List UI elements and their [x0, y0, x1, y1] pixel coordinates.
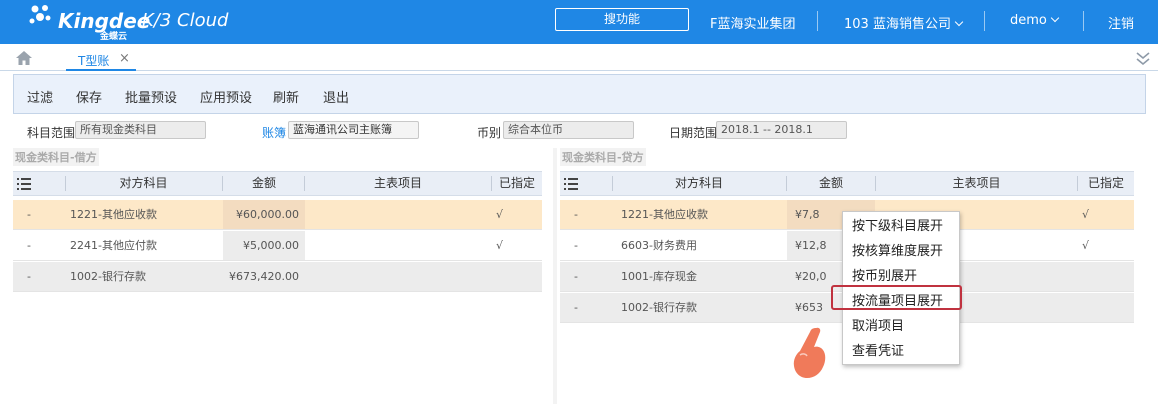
amount-cell: ¥673,420.00	[223, 262, 305, 291]
company-label: 103 蓝海销售公司	[844, 17, 951, 32]
assigned-cell: √	[496, 208, 504, 221]
filter-button[interactable]: 过滤	[27, 87, 53, 106]
col-counter-account[interactable]: 对方科目	[66, 172, 221, 196]
company-selector[interactable]: 103 蓝海销售公司	[844, 13, 964, 32]
menu-item-expand-sub-account[interactable]: 按下级科目展开	[852, 215, 943, 234]
chevron-down-icon	[1050, 13, 1060, 23]
amount-cell: ¥5,000.00	[223, 231, 305, 260]
table-row[interactable]: - 2241-其他应付款 ¥5,000.00 √	[13, 231, 542, 261]
assigned-cell: √	[496, 239, 504, 252]
menu-item-expand-dimension[interactable]: 按核算维度展开	[852, 240, 943, 259]
account-cell: 1221-其他应收款	[70, 208, 157, 221]
collapse-icon[interactable]	[1136, 50, 1150, 66]
table-row[interactable]: - 1002-银行存款 ¥673,420.00	[13, 262, 542, 292]
divider	[817, 11, 818, 31]
scope-label: 科目范围	[27, 126, 76, 140]
menu-item-expand-currency[interactable]: 按币别展开	[852, 265, 917, 284]
account-cell: 1002-银行存款	[70, 270, 146, 283]
list-settings-icon[interactable]	[17, 178, 31, 190]
save-button[interactable]: 保存	[76, 87, 102, 106]
user-label: demo	[1010, 13, 1047, 28]
user-menu[interactable]: demo	[1010, 13, 1060, 28]
col-assigned[interactable]: 已指定	[1078, 172, 1134, 196]
panel-splitter[interactable]	[553, 148, 557, 404]
row-dash: -	[574, 239, 578, 252]
credit-panel-title: 现金类科目-贷方	[560, 148, 646, 166]
close-icon[interactable]: ×	[119, 51, 130, 66]
kingdee-logo-icon	[29, 5, 51, 24]
date-range-label: 日期范围	[669, 126, 718, 140]
assigned-cell: √	[1082, 208, 1090, 221]
amount-cell: ¥60,000.00	[223, 200, 305, 229]
refresh-button[interactable]: 刷新	[273, 87, 299, 106]
assigned-cell: √	[1082, 239, 1090, 252]
tab-label: T型账	[78, 54, 110, 68]
exit-button[interactable]: 退出	[323, 87, 349, 106]
main-item-cell[interactable]	[305, 231, 491, 260]
menu-item-view-voucher[interactable]: 查看凭证	[852, 340, 904, 359]
col-assigned[interactable]: 已指定	[492, 172, 542, 196]
function-search-input[interactable]: 搜功能	[555, 8, 689, 31]
divider	[1083, 11, 1084, 31]
home-icon[interactable]	[16, 51, 32, 65]
tab-bar: T型账 ×	[0, 44, 1158, 71]
col-main-item[interactable]: 主表项目	[876, 172, 1077, 196]
debit-panel-title: 现金类科目-借方	[13, 148, 99, 166]
logout-link[interactable]: 注销	[1108, 13, 1134, 32]
divider	[984, 11, 985, 31]
product-name: K/3 Cloud	[142, 10, 229, 31]
currency-label: 币别	[477, 126, 502, 140]
book-label[interactable]: 账簿	[262, 124, 286, 141]
account-cell: 2241-其他应付款	[70, 239, 157, 252]
col-amount[interactable]: 金额	[223, 172, 305, 196]
row-dash: -	[574, 270, 578, 283]
tab-t-account[interactable]: T型账 ×	[66, 48, 136, 71]
credit-grid-header: 对方科目 金额 主表项目 已指定	[560, 171, 1134, 196]
hand-pointer-icon	[793, 327, 826, 378]
top-bar: Kingdee 金蝶云 K/3 Cloud 搜功能 F蓝海实业集团 103 蓝海…	[0, 0, 1158, 44]
table-row[interactable]: - 1221-其他应收款 ¥60,000.00 √	[13, 200, 542, 230]
book-field[interactable]: 蓝海通讯公司主账簿	[288, 121, 419, 139]
col-counter-account[interactable]: 对方科目	[613, 172, 785, 196]
account-cell: 6603-财务费用	[621, 239, 697, 252]
brand-subtitle: 金蝶云	[100, 32, 128, 42]
chevron-down-icon	[954, 17, 964, 27]
batch-preset-button[interactable]: 批量预设	[125, 87, 177, 106]
scope-field[interactable]: 所有现金类科目	[75, 121, 206, 139]
date-range-field[interactable]: 2018.1 -- 2018.1	[716, 121, 847, 139]
currency-field[interactable]: 综合本位币	[503, 121, 634, 139]
main-item-cell[interactable]	[305, 262, 491, 291]
account-cell: 1221-其他应收款	[621, 208, 708, 221]
account-cell: 1002-银行存款	[621, 301, 697, 314]
org-label: F蓝海实业集团	[710, 17, 796, 32]
apply-preset-button[interactable]: 应用预设	[200, 87, 252, 106]
menu-item-cancel-item[interactable]: 取消项目	[852, 315, 904, 334]
row-dash: -	[27, 270, 31, 283]
row-dash: -	[574, 208, 578, 221]
col-main-item[interactable]: 主表项目	[305, 172, 491, 196]
row-dash: -	[574, 301, 578, 314]
row-dash: -	[27, 239, 31, 252]
toolbar: 过滤 保存 批量预设 应用预设 刷新 退出	[13, 74, 1146, 114]
highlight-box	[831, 285, 962, 310]
list-settings-icon[interactable]	[564, 178, 578, 190]
row-dash: -	[27, 208, 31, 221]
col-amount[interactable]: 金额	[787, 172, 875, 196]
debit-grid-header: 对方科目 金额 主表项目 已指定	[13, 171, 542, 196]
org-selector[interactable]: F蓝海实业集团	[710, 13, 795, 32]
account-cell: 1001-库存现金	[621, 270, 697, 283]
main-item-cell[interactable]	[305, 200, 491, 229]
